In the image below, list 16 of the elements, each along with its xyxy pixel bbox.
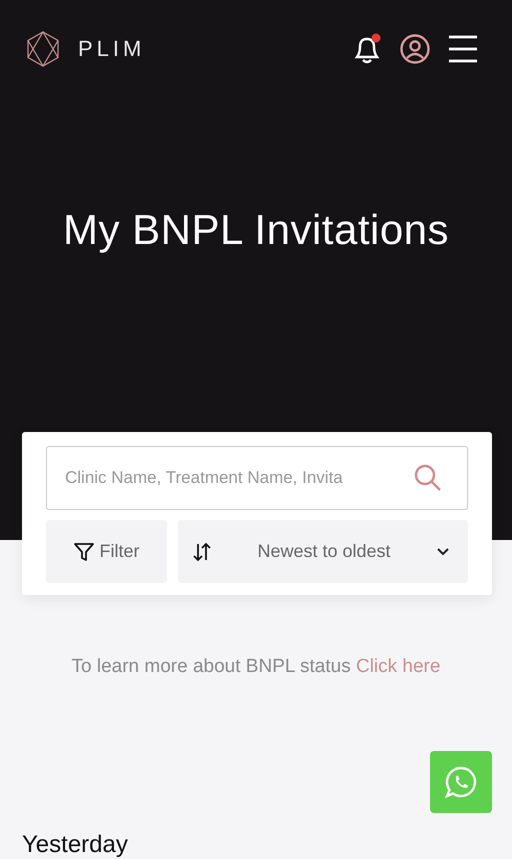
bell-icon[interactable] [352, 33, 382, 65]
menu-icon[interactable] [448, 34, 478, 64]
logo-text: PLIM [78, 36, 146, 62]
chat-bubble-phone-icon [444, 765, 478, 799]
user-profile-icon[interactable] [400, 34, 430, 64]
info-text: To learn more about BNPL status Click here [70, 655, 442, 679]
page-title: My BNPL Invitations [62, 206, 450, 254]
sort-arrows-icon [192, 542, 212, 562]
search-field[interactable]: Clinic Name, Treatment Name, Invita [46, 446, 468, 510]
chevron-down-icon [436, 546, 450, 556]
section-heading: Yesterday [22, 831, 129, 859]
filter-button[interactable]: Filter [46, 520, 167, 583]
funnel-icon [74, 542, 94, 562]
search-icon[interactable] [414, 464, 442, 492]
hexagon-logo-icon [26, 31, 60, 67]
sort-dropdown[interactable]: Newest to oldest [178, 520, 468, 583]
